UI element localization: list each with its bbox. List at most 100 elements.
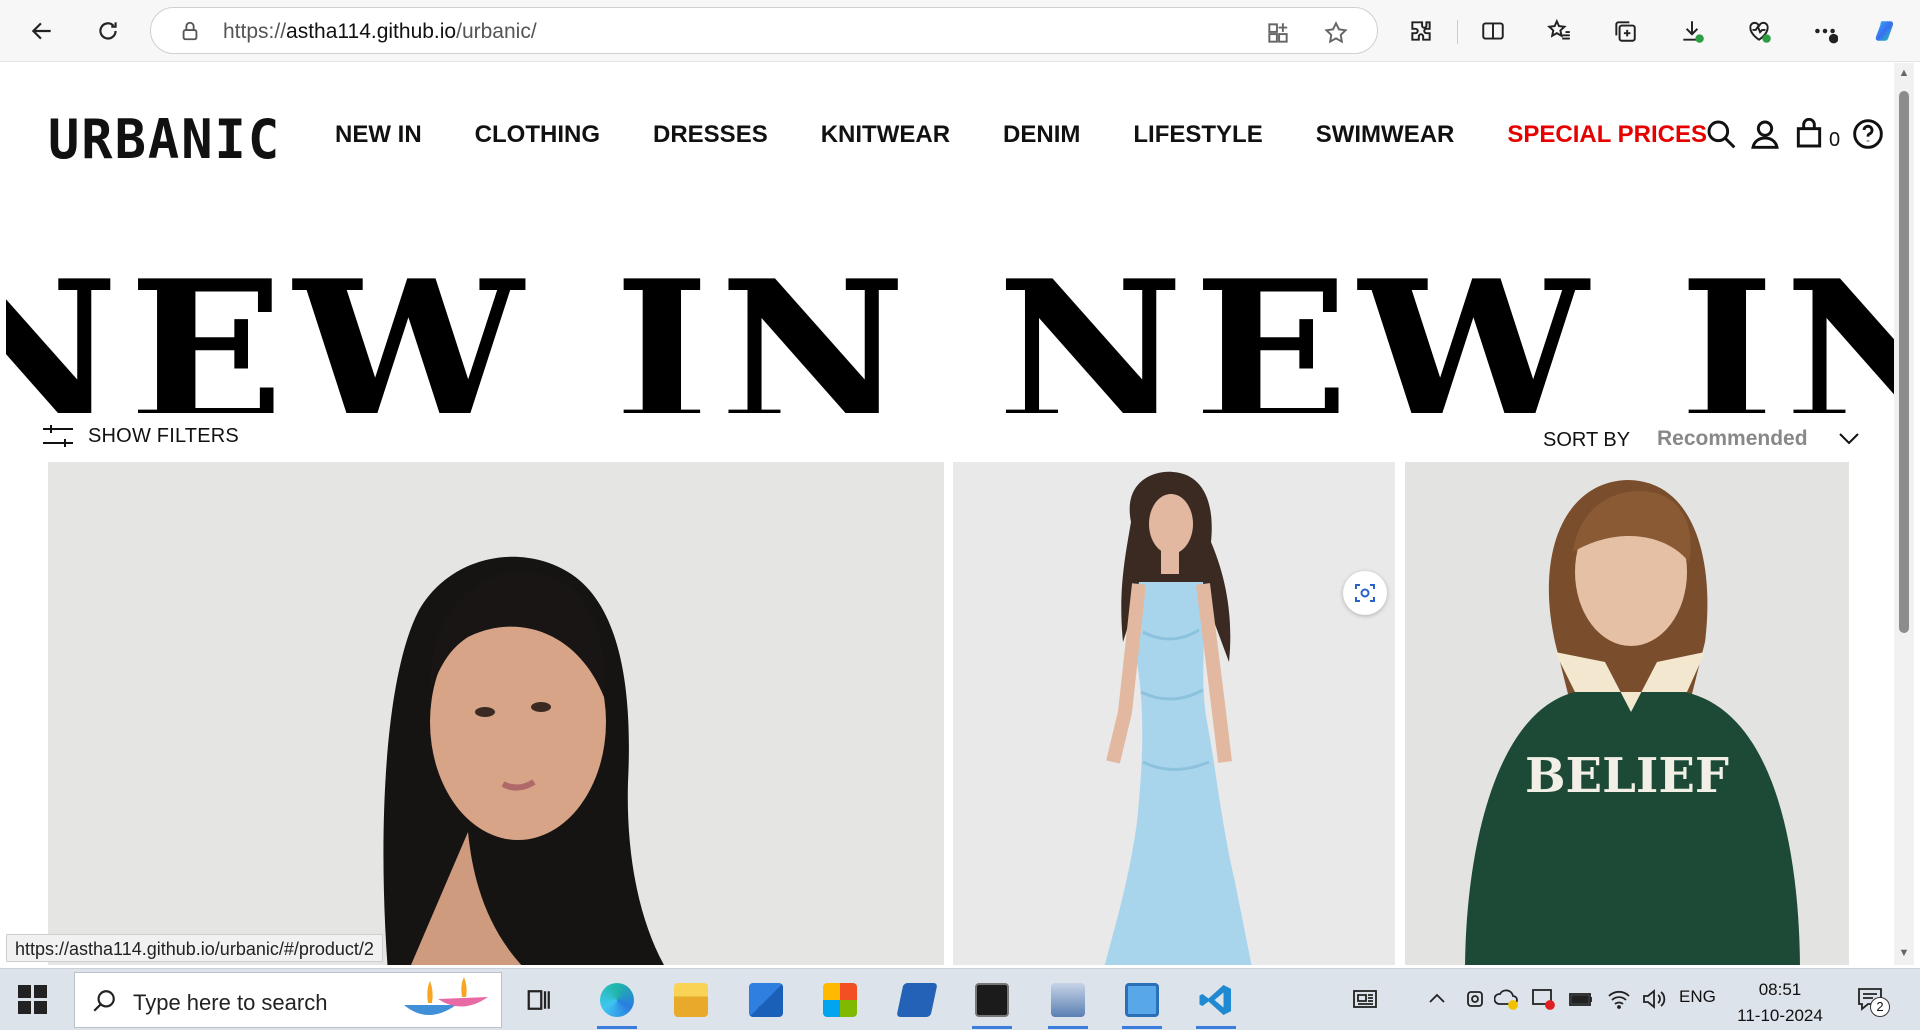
sweatshirt-print: BELIEF <box>1525 748 1729 804</box>
start-button[interactable] <box>18 985 48 1015</box>
help-icon[interactable] <box>1850 116 1886 152</box>
url-host: astha114.github.io <box>286 20 457 43</box>
control-panel-icon <box>1125 983 1159 1017</box>
collections-icon[interactable] <box>1610 16 1640 46</box>
taskbar-clock[interactable]: 08:51 11-10-2024 <box>1734 977 1826 1029</box>
taskbar-app-network-tool[interactable] <box>1042 977 1094 1029</box>
lock-icon[interactable] <box>179 20 201 42</box>
search-icon <box>93 990 115 1012</box>
browser-essentials-icon[interactable] <box>1744 16 1774 46</box>
store-icon <box>823 983 857 1017</box>
taskbar-app-vscode[interactable] <box>1190 977 1242 1029</box>
shopping-bag-icon[interactable] <box>1791 116 1827 152</box>
taskbar-app-store[interactable] <box>814 977 866 1023</box>
vscode-icon <box>1199 985 1231 1015</box>
scroll-up-arrow[interactable]: ▲ <box>1898 67 1910 79</box>
search-icon[interactable] <box>1703 116 1739 152</box>
meet-now-icon[interactable] <box>1462 986 1488 1012</box>
url-text[interactable]: https://astha114.github.io/urbanic/ <box>223 20 537 44</box>
product-card-1[interactable] <box>48 462 944 965</box>
network-tool-icon <box>1051 983 1085 1017</box>
notification-count: 2 <box>1870 997 1890 1017</box>
nav-knitwear[interactable]: KNITWEAR <box>821 121 950 149</box>
windows-logo-icon <box>18 985 31 998</box>
chevron-up-icon[interactable] <box>1424 986 1450 1012</box>
header-actions: 0 <box>1703 115 1894 152</box>
product-card-2[interactable] <box>953 462 1395 965</box>
back-button[interactable] <box>22 12 62 50</box>
banner-text: NEW IN NEW IN NEW IN NEW <box>6 243 1894 413</box>
mail-icon <box>749 983 783 1017</box>
back-icon <box>31 22 51 40</box>
nav-special-prices[interactable]: SPECIAL PRICES <box>1507 121 1707 149</box>
sort-dropdown[interactable]: Recommended <box>1657 427 1860 451</box>
favorites-icon[interactable] <box>1544 16 1574 46</box>
nav-clothing[interactable]: CLOTHING <box>475 121 600 149</box>
scroll-down-arrow[interactable]: ▼ <box>1898 947 1910 959</box>
taskbar-app-edge[interactable] <box>591 977 643 1029</box>
app-available-icon[interactable] <box>1265 20 1291 46</box>
folder-icon <box>674 983 708 1017</box>
new-in-banner: NEW IN NEW IN NEW IN NEW <box>6 243 1894 413</box>
copilot-icon[interactable] <box>1872 16 1902 46</box>
main-navigation: NEW IN CLOTHING DRESSES KNITWEAR DENIM L… <box>335 121 1760 149</box>
page-scrollbar[interactable]: ▲ ▼ <box>1894 63 1914 965</box>
toolbar-divider <box>1457 20 1458 44</box>
product-image-blue-dress <box>953 462 1395 965</box>
language-indicator[interactable]: ENG <box>1679 987 1716 1007</box>
task-view-button[interactable] <box>514 977 566 1023</box>
battery-icon[interactable] <box>1568 986 1594 1012</box>
page-viewport: URBANIC NEW IN CLOTHING DRESSES KNITWEAR… <box>6 63 1894 965</box>
cart-count: 0 <box>1829 129 1841 151</box>
show-filters-label: SHOW FILTERS <box>88 424 239 447</box>
clock-date: 11-10-2024 <box>1737 1006 1823 1025</box>
address-bar[interactable]: https://astha114.github.io/urbanic/ <box>150 7 1378 54</box>
nav-denim[interactable]: DENIM <box>1003 121 1080 149</box>
extensions-icon[interactable] <box>1406 16 1436 46</box>
refresh-icon <box>99 22 117 40</box>
taskbar-app-file-explorer[interactable] <box>665 977 717 1023</box>
powershell-icon <box>896 983 938 1017</box>
wifi-icon[interactable] <box>1606 986 1632 1012</box>
taskbar-app-terminal[interactable] <box>966 977 1018 1029</box>
windows-taskbar: Type here to search ENG 08:51 11-10-2024… <box>0 968 1920 1030</box>
visual-search-icon <box>1355 584 1375 602</box>
clock-time: 08:51 <box>1758 980 1802 999</box>
refresh-button[interactable] <box>88 12 128 50</box>
scroll-thumb[interactable] <box>1899 91 1909 633</box>
chevron-down-icon <box>1838 433 1859 445</box>
status-bar-url: https://astha114.github.io/urbanic/#/pro… <box>6 934 383 962</box>
product-image-green-sweatshirt: BELIEF <box>1405 462 1849 965</box>
onedrive-warning-icon[interactable] <box>1493 986 1520 1012</box>
browser-toolbar: https://astha114.github.io/urbanic/ <box>0 0 1920 62</box>
nav-dresses[interactable]: DRESSES <box>653 121 768 149</box>
diwali-diya-icon[interactable] <box>398 975 492 1023</box>
task-view-icon <box>527 990 550 1010</box>
show-filters-button[interactable]: SHOW FILTERS <box>42 423 239 449</box>
nav-lifestyle[interactable]: LIFESTYLE <box>1133 121 1262 149</box>
taskbar-app-powershell[interactable] <box>891 977 943 1023</box>
downloads-icon[interactable] <box>1677 16 1707 46</box>
account-icon[interactable] <box>1747 116 1783 152</box>
security-alert-icon[interactable] <box>1530 986 1556 1012</box>
sort-selected-value: Recommended <box>1657 427 1808 450</box>
sort-by-label: SORT BY <box>1543 429 1631 451</box>
site-logo[interactable]: URBANIC <box>48 109 281 172</box>
taskbar-app-control-panel[interactable] <box>1116 977 1168 1029</box>
url-path: /urbanic/ <box>456 20 537 43</box>
volume-icon[interactable] <box>1640 986 1666 1012</box>
taskbar-app-mail[interactable] <box>740 977 792 1023</box>
product-image-woman-portrait <box>48 462 944 965</box>
edge-icon <box>600 983 634 1017</box>
split-screen-icon[interactable] <box>1478 16 1508 46</box>
nav-swimwear[interactable]: SWIMWEAR <box>1316 121 1455 149</box>
notification-center-button[interactable]: 2 <box>1856 985 1890 1017</box>
filter-sliders-icon <box>43 425 73 447</box>
favorite-star-icon[interactable] <box>1323 20 1349 46</box>
nav-new-in[interactable]: NEW IN <box>335 121 422 149</box>
news-widget-icon[interactable] <box>1352 986 1378 1012</box>
visual-search-button[interactable] <box>1343 571 1387 615</box>
more-icon[interactable] <box>1810 16 1840 46</box>
filters-row: SHOW FILTERS SORT BY Recommended <box>42 423 1862 457</box>
product-card-3[interactable]: BELIEF <box>1405 462 1849 965</box>
